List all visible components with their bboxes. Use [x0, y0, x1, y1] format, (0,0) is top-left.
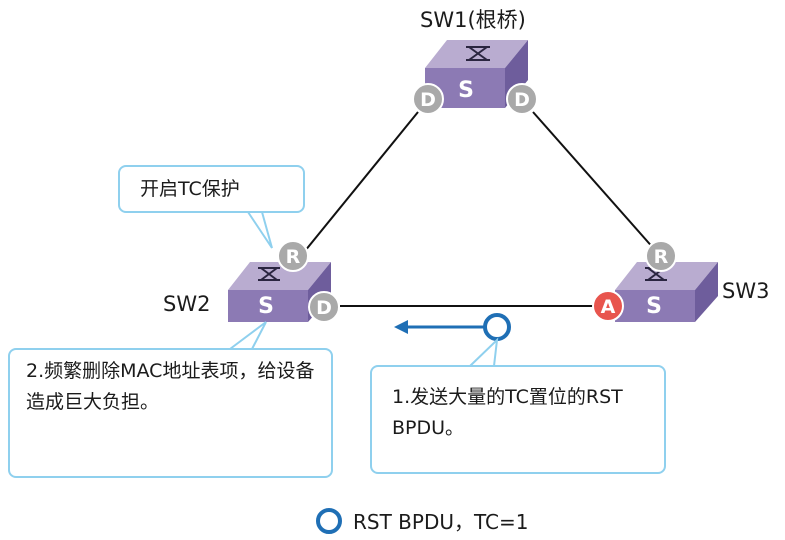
link-sw1-sw2	[295, 111, 419, 263]
svg-text:R: R	[286, 246, 301, 268]
port-sw1-right: D	[506, 83, 538, 115]
callout-pointer-bpdu	[469, 337, 499, 367]
callout-tc-protection: 开启TC保护	[118, 165, 305, 213]
switch-sw1-letter: S	[458, 78, 474, 103]
callout-pointer-mac	[229, 321, 267, 350]
legend-text: RST BPDU，TC=1	[353, 510, 529, 534]
switch-sw1-label: SW1(根桥)	[420, 8, 526, 32]
port-sw1-left: D	[412, 83, 444, 115]
callout-pointer-tc	[247, 211, 273, 249]
svg-text:A: A	[601, 296, 616, 318]
svg-text:R: R	[654, 246, 669, 268]
callout-tc-protection-text: 开启TC保护	[140, 178, 240, 200]
switch-sw2-label: SW2	[163, 292, 211, 316]
link-sw1-sw3	[532, 111, 656, 251]
callout-mac-flush: 2.频繁删除MAC地址表项，给设备造成巨大负担。	[8, 348, 333, 478]
callout-send-bpdu-text: 1.发送大量的TC置位的RST BPDU。	[392, 386, 623, 439]
port-sw2-designated: D	[308, 291, 340, 323]
bpdu-arrow	[394, 320, 486, 334]
port-sw2-root: R	[277, 240, 309, 272]
callout-send-bpdu: 1.发送大量的TC置位的RST BPDU。	[370, 365, 666, 474]
port-sw3-root: R	[645, 240, 677, 272]
legend-bpdu-icon	[316, 508, 342, 534]
svg-text:D: D	[514, 89, 530, 111]
svg-text:D: D	[420, 89, 436, 111]
svg-text:D: D	[316, 297, 332, 319]
switch-sw2-letter: S	[258, 294, 274, 319]
bpdu-packet-icon	[483, 313, 511, 341]
switch-sw3-label: SW3	[722, 279, 770, 303]
port-sw3-alternate: A	[592, 290, 624, 322]
callout-mac-flush-text: 2.频繁删除MAC地址表项，给设备造成巨大负担。	[26, 360, 315, 413]
switch-sw3-letter: S	[646, 294, 662, 319]
